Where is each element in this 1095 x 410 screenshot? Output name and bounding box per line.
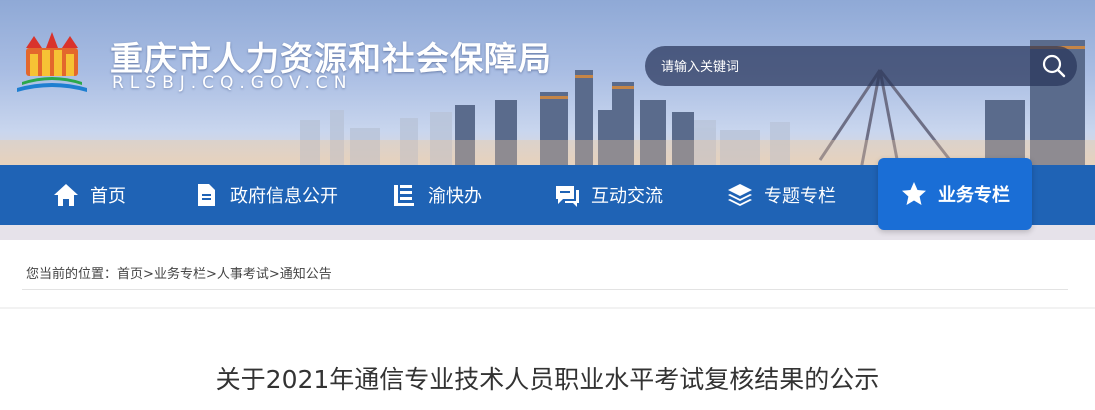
nav-item-interaction[interactable]: 互动交流	[553, 165, 663, 225]
site-domain: RLSBJ.CQ.GOV.CN	[112, 73, 353, 93]
search-box	[645, 46, 1077, 86]
search-icon[interactable]	[1041, 53, 1067, 79]
form-icon	[394, 185, 414, 206]
star-icon	[902, 182, 926, 205]
nav-item-home[interactable]: 首页	[52, 165, 126, 225]
nav-item-special-topics[interactable]: 专题专栏	[726, 165, 836, 225]
nav-item-label: 首页	[90, 186, 126, 207]
nav-item-business[interactable]: 业务专栏	[878, 158, 1032, 230]
breadcrumb-link-business[interactable]: 业务专栏	[154, 267, 206, 282]
breadcrumb-separator: >	[268, 267, 280, 282]
breadcrumb-link-home[interactable]: 首页	[117, 267, 143, 282]
breadcrumb-separator: >	[143, 267, 154, 282]
breadcrumb-link-notices[interactable]: 通知公告	[280, 267, 332, 282]
layers-icon	[728, 184, 752, 206]
breadcrumb-link-exams[interactable]: 人事考试	[217, 267, 269, 282]
nav-item-gov-info[interactable]: 政府信息公开	[192, 165, 338, 225]
main-nav: 首页 政府信息公开 渝快办 互动交流 专题专栏 业务专栏	[0, 158, 1095, 230]
nav-item-label: 业务专栏	[938, 185, 1010, 206]
document-icon	[198, 184, 215, 206]
home-icon	[54, 184, 78, 206]
chat-icon	[556, 186, 579, 207]
nav-item-yukuaiban[interactable]: 渝快办	[390, 165, 482, 225]
nav-item-label: 政府信息公开	[230, 186, 338, 207]
nav-item-label: 专题专栏	[764, 186, 836, 207]
nav-item-label: 渝快办	[428, 186, 482, 207]
article-title: 关于2021年通信专业技术人员职业水平考试复核结果的公示	[215, 365, 880, 394]
bureau-logo	[17, 32, 87, 92]
search-input[interactable]	[659, 55, 1013, 79]
section-divider	[0, 307, 1095, 309]
breadcrumb: 您当前的位置：首页>业务专栏>人事考试>通知公告	[26, 263, 332, 282]
breadcrumb-divider	[22, 289, 1068, 290]
breadcrumb-separator: >	[205, 267, 217, 282]
breadcrumb-prefix: 您当前的位置：	[26, 267, 118, 282]
nav-item-label: 互动交流	[591, 186, 663, 207]
